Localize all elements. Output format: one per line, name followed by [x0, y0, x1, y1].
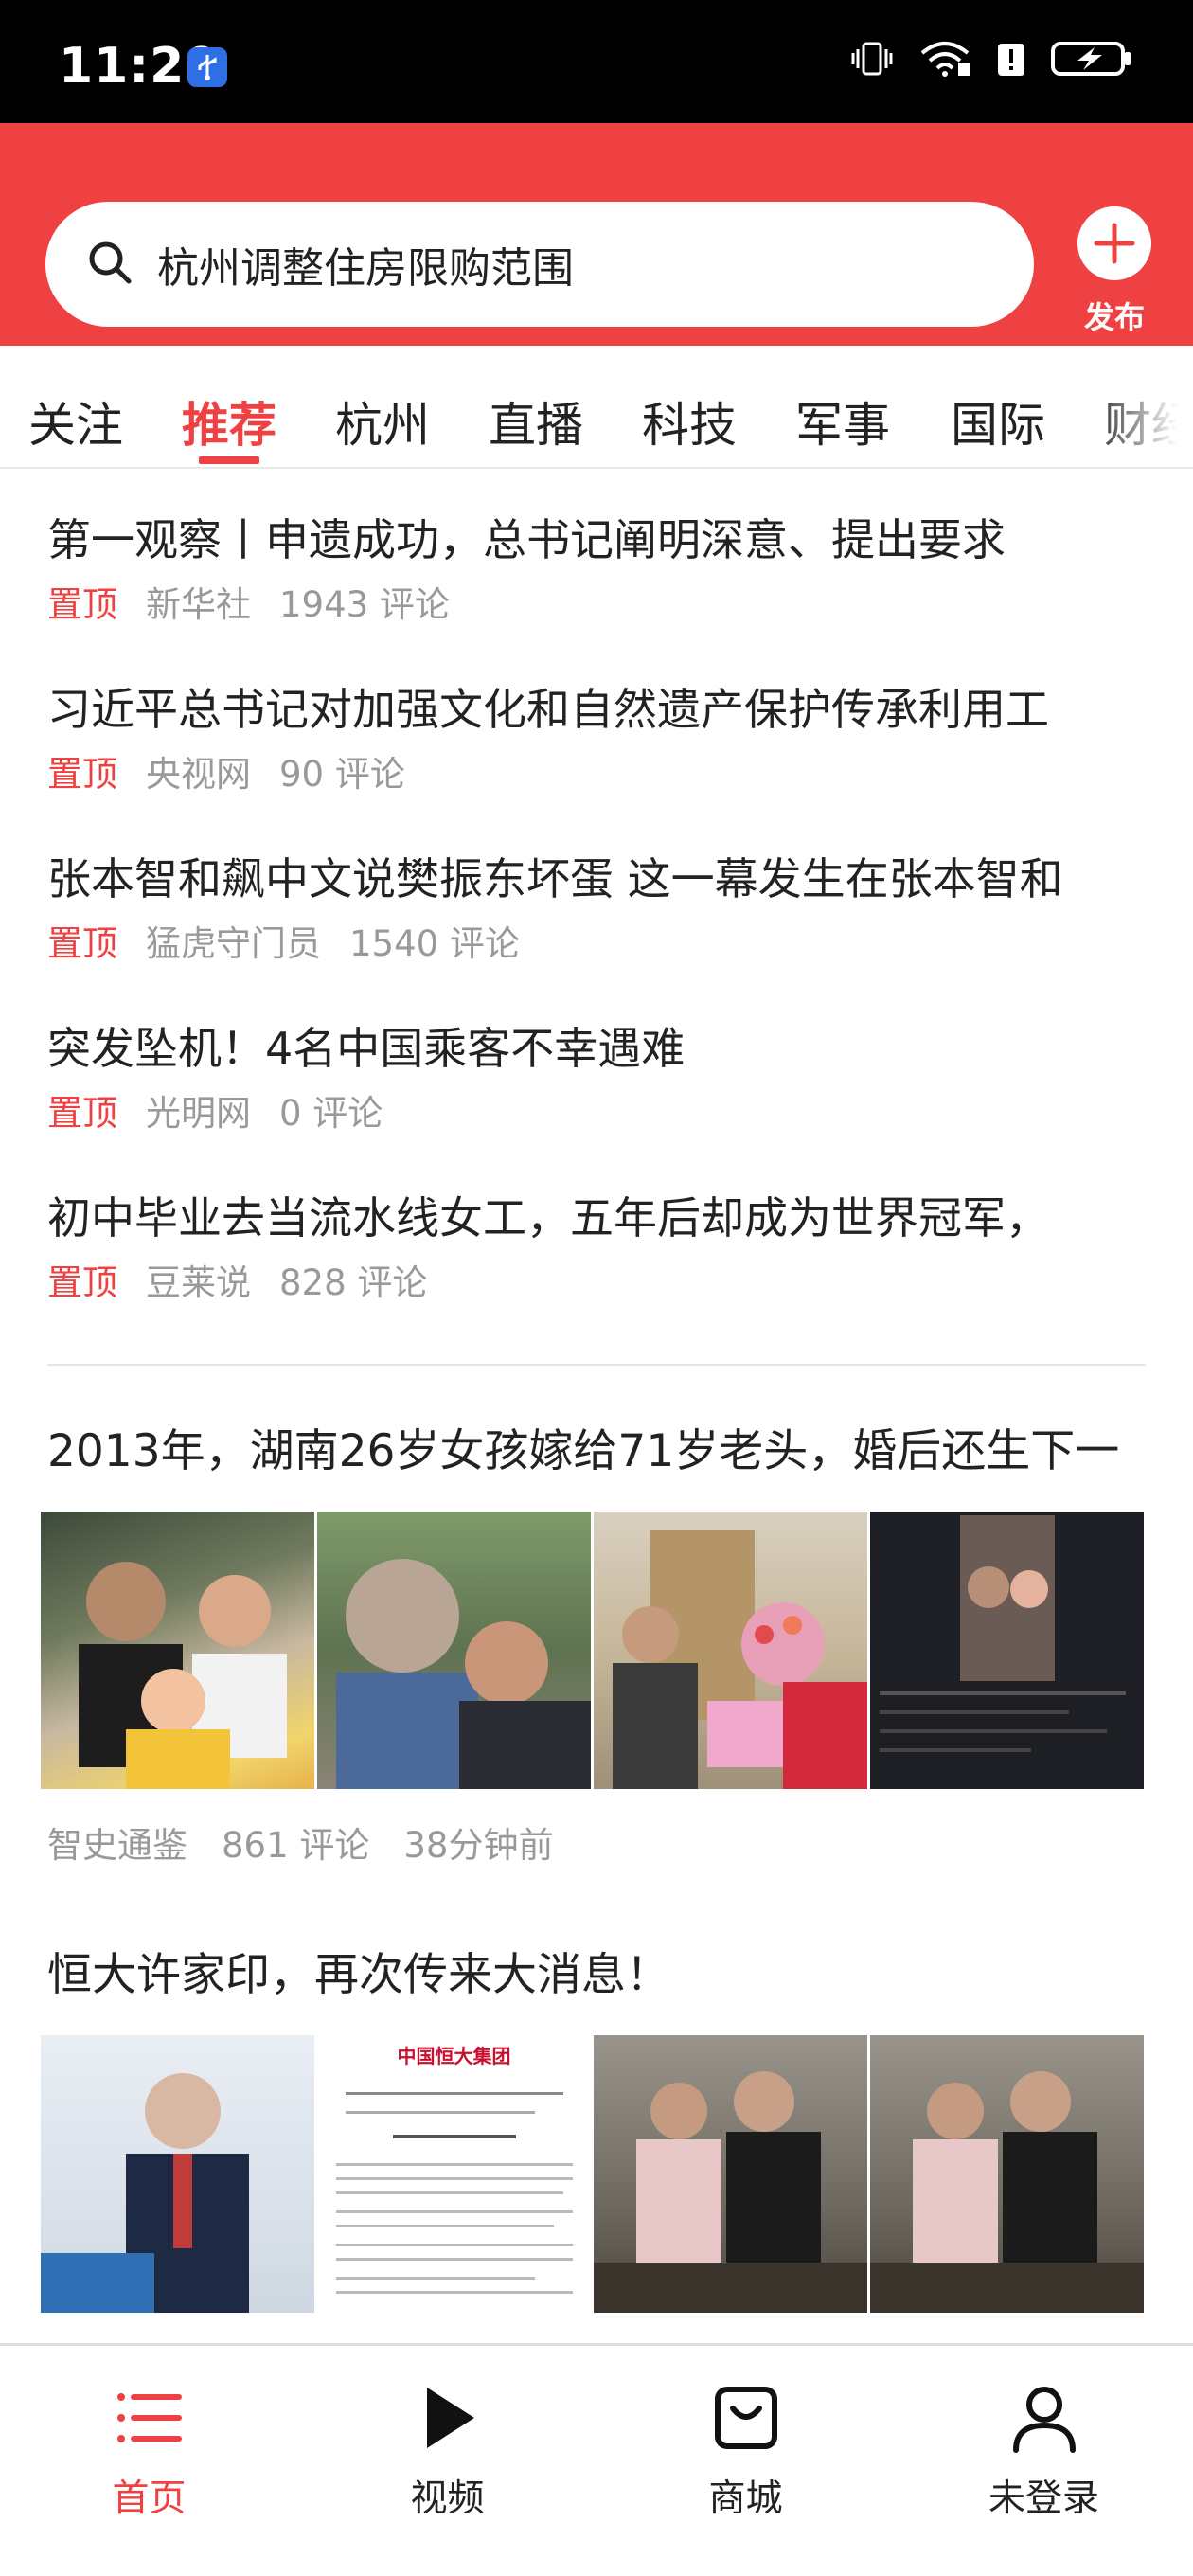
document-image: 中国恒大集团: [317, 2035, 591, 2313]
article-video-screenshot: [870, 1512, 1144, 1789]
news-item[interactable]: 张本智和飙中文说樊振东坏蛋 这一幕发生在张本智和 置顶 猛虎守门员 1540 评论: [47, 849, 1155, 966]
search-input[interactable]: 杭州调整住房限购范围: [45, 202, 1034, 327]
bottom-nav: 首页 视频 商城 未登录: [0, 2343, 1193, 2576]
tabs-fade: [1089, 346, 1193, 467]
news-comments: 90 评论: [279, 754, 405, 795]
news-comments: 0 评论: [279, 1093, 383, 1134]
news-title: 张本智和飙中文说樊振东坏蛋 这一幕发生在张本智和: [47, 853, 1063, 904]
alert-icon: [996, 40, 1026, 78]
search-icon: [85, 238, 136, 293]
play-icon: [410, 2380, 486, 2460]
news-item[interactable]: 习近平总书记对加强文化和自然遗产保护传承利用工 置顶 央视网 90 评论: [47, 679, 1155, 796]
news-meta: 置顶 光明网 0 评论: [47, 1084, 1155, 1136]
tab-international[interactable]: 国际: [951, 387, 1045, 456]
article-title[interactable]: 恒大许家印，再次传来大消息！: [47, 1942, 1155, 2009]
status-icons: [850, 40, 1132, 78]
news-title: 习近平总书记对加强文化和自然遗产保护传承利用工: [47, 684, 1049, 735]
article-time: 38分钟前: [403, 1825, 554, 1866]
article-photo: [317, 1512, 591, 1789]
news-comments: 1540 评论: [349, 923, 520, 964]
article-image-strip[interactable]: 中国恒大集团: [41, 2035, 1144, 2313]
news-source: 光明网: [146, 1093, 251, 1134]
tab-military[interactable]: 军事: [795, 387, 890, 456]
news-title: 第一观察丨申遗成功，总书记阐明深意、提出要求: [47, 514, 1006, 565]
vibrate-icon: [850, 40, 894, 78]
wifi-icon: [918, 40, 971, 78]
article-photo: [41, 1512, 314, 1789]
pinned-tag: 置顶: [47, 1262, 117, 1303]
article-source: 智史通鉴: [47, 1825, 187, 1866]
article-title[interactable]: 2013年，湖南26岁女孩嫁给71岁老头，婚后还生下一: [47, 1419, 1155, 1485]
channel-tabs: 关注 推荐 杭州 直播 科技 军事 国际 财经: [0, 346, 1193, 469]
article-photo: [594, 2035, 867, 2313]
news-title: 突发坠机！4名中国乘客不幸遇难: [47, 1023, 686, 1074]
shopping-bag-icon: [708, 2380, 784, 2460]
news-item[interactable]: 初中毕业去当流水线女工，五年后却成为世界冠军， 置顶 豆莱说 828 评论: [47, 1188, 1155, 1305]
nav-account[interactable]: 未登录: [895, 2346, 1193, 2535]
news-item[interactable]: 突发坠机！4名中国乘客不幸遇难 置顶 光明网 0 评论: [47, 1018, 1155, 1136]
battery-charging-icon: [1051, 40, 1132, 78]
nav-mall[interactable]: 商城: [596, 2346, 895, 2535]
tab-tech[interactable]: 科技: [642, 387, 737, 456]
pinned-tag: 置顶: [47, 584, 117, 625]
article-comments: 861 评论: [222, 1825, 370, 1866]
search-query-text: 杭州调整住房限购范围: [157, 244, 574, 293]
pinned-tag: 置顶: [47, 923, 117, 964]
section-divider: [47, 1364, 1146, 1366]
nav-video-label: 视频: [410, 2478, 485, 2520]
pinned-tag: 置顶: [47, 1093, 117, 1134]
plus-icon: [1077, 206, 1151, 280]
article-image-strip[interactable]: [41, 1512, 1144, 1789]
tab-recommended[interactable]: 推荐: [182, 387, 276, 456]
article-photo: [594, 1512, 867, 1789]
article-photo: [870, 2035, 1144, 2313]
nav-video[interactable]: 视频: [298, 2346, 596, 2535]
nav-mall-label: 商城: [708, 2478, 783, 2520]
news-title: 初中毕业去当流水线女工，五年后却成为世界冠军，: [47, 1192, 1049, 1243]
usb-icon: [187, 47, 227, 87]
news-meta: 置顶 新华社 1943 评论: [47, 576, 1155, 627]
app-header: 杭州调整住房限购范围 发布: [0, 123, 1193, 346]
news-item[interactable]: 第一观察丨申遗成功，总书记阐明深意、提出要求 置顶 新华社 1943 评论: [47, 510, 1155, 627]
news-meta: 置顶 央视网 90 评论: [47, 745, 1155, 796]
article-photo: [41, 2035, 314, 2313]
tab-live[interactable]: 直播: [489, 387, 583, 456]
status-bar: 11:29: [0, 0, 1193, 123]
list-icon: [112, 2380, 187, 2460]
news-source: 豆莱说: [146, 1262, 251, 1303]
pinned-tag: 置顶: [47, 754, 117, 795]
news-comments: 1943 评论: [279, 584, 450, 625]
active-tab-indicator: [199, 456, 259, 464]
nav-home-label: 首页: [112, 2478, 187, 2520]
news-source: 新华社: [146, 584, 251, 625]
tab-following[interactable]: 关注: [28, 387, 123, 456]
news-source: 央视网: [146, 754, 251, 795]
nav-account-label: 未登录: [988, 2478, 1099, 2520]
article-meta: 智史通鉴 861 评论 38分钟前: [47, 1816, 587, 1868]
nav-home[interactable]: 首页: [0, 2346, 298, 2535]
news-meta: 置顶 猛虎守门员 1540 评论: [47, 915, 1155, 966]
news-comments: 828 评论: [279, 1262, 428, 1303]
news-source: 猛虎守门员: [146, 923, 321, 964]
news-meta: 置顶 豆莱说 828 评论: [47, 1254, 1155, 1305]
publish-label: 发布: [1083, 299, 1145, 335]
publish-button[interactable]: 发布: [1074, 206, 1155, 339]
user-icon: [1006, 2380, 1082, 2460]
tab-hangzhou[interactable]: 杭州: [335, 387, 430, 456]
